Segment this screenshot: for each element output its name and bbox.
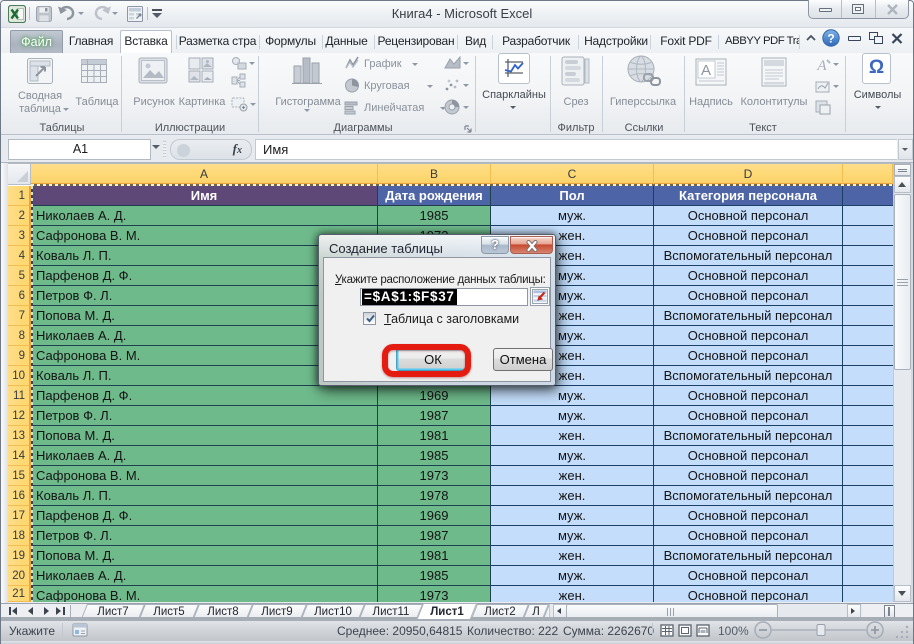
svg-text:?: ? — [827, 32, 834, 46]
svg-text:A: A — [816, 58, 827, 72]
svg-text:А: А — [701, 62, 711, 79]
